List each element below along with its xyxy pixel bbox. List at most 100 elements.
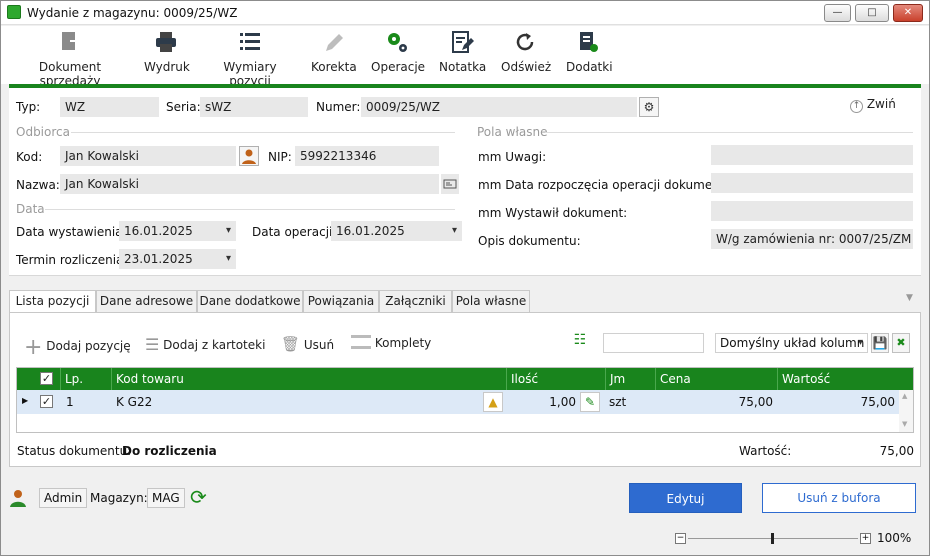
issue-date-picker[interactable]: 16.01.2025 bbox=[119, 221, 236, 241]
remove-from-buffer-button[interactable]: Usuń z bufora bbox=[762, 483, 916, 513]
ribbon-toolbar: Dokument sprzedaży Wydruk Wymiary pozycj… bbox=[1, 26, 929, 88]
numbering-settings-button[interactable]: ⚙ bbox=[639, 97, 659, 117]
barcode-input[interactable] bbox=[603, 333, 704, 353]
wystawil-label: mm Wystawił dokument: bbox=[478, 206, 628, 220]
status-label: Status dokumentu: bbox=[17, 444, 132, 458]
title-bar: Wydanie z magazynu: 0009/25/WZ — □ ✕ bbox=[1, 1, 929, 25]
zoom-in-button[interactable]: + bbox=[860, 533, 871, 544]
note-button[interactable]: Notatka bbox=[439, 30, 486, 74]
numer-field[interactable]: 0009/25/WZ bbox=[361, 97, 637, 117]
row-pointer-icon: ▶ bbox=[22, 396, 29, 405]
tabs-menu-chevron-icon[interactable]: ▼ bbox=[906, 293, 913, 303]
seria-label: Seria: bbox=[166, 100, 201, 114]
gear-icon: ⚙ bbox=[643, 100, 655, 114]
refresh-warehouse-icon[interactable]: ⟳ bbox=[190, 485, 207, 509]
delete-button[interactable]: 🗑 Usuń bbox=[281, 335, 334, 353]
col-cena[interactable]: Cena bbox=[655, 368, 777, 390]
edit-button[interactable]: Edytuj bbox=[629, 483, 742, 513]
gears-icon bbox=[385, 30, 409, 54]
correction-button[interactable]: Korekta bbox=[311, 30, 357, 74]
zoom-out-button[interactable]: − bbox=[675, 533, 686, 544]
tab-dane-dodatkowe[interactable]: Dane dodatkowe bbox=[197, 290, 303, 312]
opis-label: Opis dokumentu: bbox=[478, 234, 581, 248]
tab-dane-adresowe[interactable]: Dane adresowe bbox=[96, 290, 197, 312]
nazwa-label: Nazwa: bbox=[16, 178, 60, 192]
add-from-catalog-label: Dodaj z kartoteki bbox=[163, 338, 266, 352]
col-lp[interactable]: Lp. bbox=[60, 368, 111, 390]
operation-date-picker[interactable]: 16.01.2025 bbox=[331, 221, 462, 241]
col-jm[interactable]: Jm bbox=[605, 368, 655, 390]
settlement-date-picker[interactable]: 23.01.2025 bbox=[119, 249, 236, 269]
stock-info-button[interactable]: ▲ bbox=[483, 392, 503, 412]
warehouse-badge[interactable]: MAG bbox=[147, 488, 185, 508]
tab-zalaczniki[interactable]: Załączniki bbox=[379, 290, 452, 312]
col-kod-towaru[interactable]: Kod towaru bbox=[111, 368, 506, 390]
col-wartosc[interactable]: Wartość bbox=[777, 368, 899, 390]
dimensions-button[interactable]: Wymiary pozycji bbox=[206, 30, 294, 88]
pola-section-title: Pola własne bbox=[477, 125, 548, 139]
operations-button[interactable]: Operacje bbox=[371, 30, 425, 74]
numer-label: Numer: bbox=[316, 100, 361, 114]
nazwa-field[interactable]: Jan Kowalski bbox=[60, 174, 439, 194]
addons-button[interactable]: Dodatki bbox=[566, 30, 613, 74]
nip-field[interactable]: 5992213346 bbox=[295, 146, 439, 166]
refresh-button[interactable]: Odśwież bbox=[501, 30, 551, 74]
addons-label: Dodatki bbox=[566, 60, 613, 74]
sets-button[interactable]: Komplety bbox=[351, 335, 431, 350]
collapse-button[interactable]: ↑ Zwiń bbox=[850, 97, 896, 113]
barcode-scan-button[interactable]: ☷ bbox=[569, 332, 591, 354]
positions-grid: ✓ Lp. Kod towaru Ilość Jm Cena Wartość ▶… bbox=[16, 367, 914, 433]
save-layout-button[interactable]: 💾 bbox=[871, 333, 889, 353]
add-position-button[interactable]: + Dodaj pozycję bbox=[24, 335, 131, 360]
grid-header: ✓ Lp. Kod towaru Ilość Jm Cena Wartość bbox=[17, 368, 913, 390]
print-button[interactable]: Wydruk bbox=[144, 30, 190, 74]
seria-field[interactable]: sWZ bbox=[200, 97, 308, 117]
nip-label: NIP: bbox=[268, 150, 292, 164]
termin-label: Termin rozliczenia: bbox=[16, 253, 128, 267]
col-ilosc[interactable]: Ilość bbox=[506, 368, 605, 390]
typ-field[interactable]: WZ bbox=[60, 97, 159, 117]
select-all-checkbox[interactable]: ✓ bbox=[40, 372, 53, 385]
kod-field[interactable]: Jan Kowalski bbox=[60, 146, 236, 166]
cell-ilosc: 1,00 bbox=[549, 395, 576, 409]
delete-layout-icon: ✖ bbox=[896, 336, 906, 349]
user-badge: Admin bbox=[39, 488, 88, 508]
window-title: Wydanie z magazynu: 0009/25/WZ bbox=[27, 6, 238, 20]
close-button[interactable]: ✕ bbox=[893, 4, 923, 22]
tab-powiazania[interactable]: Powiązania bbox=[303, 290, 379, 312]
start-date-field[interactable] bbox=[711, 173, 913, 193]
correction-label: Korekta bbox=[311, 60, 357, 74]
sets-icon bbox=[351, 335, 371, 349]
column-layout-select[interactable]: Domyślny układ kolumn bbox=[715, 333, 868, 353]
scroll-down-icon[interactable]: ▼ bbox=[902, 420, 907, 428]
address-card-button[interactable] bbox=[441, 174, 459, 194]
add-position-label: Dodaj pozycję bbox=[46, 339, 131, 353]
delete-layout-button[interactable]: ✖ bbox=[892, 333, 910, 353]
list-icon bbox=[238, 30, 262, 54]
add-from-catalog-button[interactable]: ☰ Dodaj z kartoteki bbox=[145, 335, 265, 354]
tab-pola-wlasne[interactable]: Pola własne bbox=[452, 290, 530, 312]
trash-icon: 🗑 bbox=[281, 335, 301, 353]
select-contractor-button[interactable] bbox=[239, 146, 259, 166]
uwagi-field[interactable] bbox=[711, 145, 913, 165]
tab-lista-pozycji[interactable]: Lista pozycji bbox=[9, 290, 96, 313]
window: Wydanie z magazynu: 0009/25/WZ — □ ✕ Dok… bbox=[0, 0, 930, 556]
grid-scrollbar[interactable]: ▲ ▼ bbox=[899, 390, 913, 432]
row-checkbox[interactable]: ✓ bbox=[40, 395, 53, 408]
uwagi-label: mm Uwagi: bbox=[478, 150, 547, 164]
document-header: Typ: WZ Seria: sWZ Numer: 0009/25/WZ ⚙ ↑… bbox=[9, 88, 921, 276]
edit-quantity-button[interactable]: ✎ bbox=[580, 392, 600, 412]
issue-date-value: 16.01.2025 bbox=[124, 224, 193, 238]
table-row[interactable]: ▶ ✓ 1 K G22 ▲ 1,00 ✎ szt 75,00 75,00 bbox=[17, 390, 899, 414]
maximize-button[interactable]: □ bbox=[855, 4, 889, 22]
edit-icon: ✎ bbox=[584, 395, 596, 409]
opis-field[interactable]: W/g zamówienia nr: 0007/25/ZMO bbox=[711, 229, 913, 249]
zoom-value: 100% bbox=[877, 531, 912, 545]
zoom-slider-thumb[interactable] bbox=[771, 533, 774, 544]
scroll-up-icon[interactable]: ▲ bbox=[902, 392, 907, 400]
status-value: Do rozliczenia bbox=[122, 444, 217, 458]
separator bbox=[71, 132, 455, 133]
doc-sales-button[interactable]: Dokument sprzedaży bbox=[14, 30, 126, 88]
minimize-button[interactable]: — bbox=[824, 4, 851, 22]
issuer-field[interactable] bbox=[711, 201, 913, 221]
